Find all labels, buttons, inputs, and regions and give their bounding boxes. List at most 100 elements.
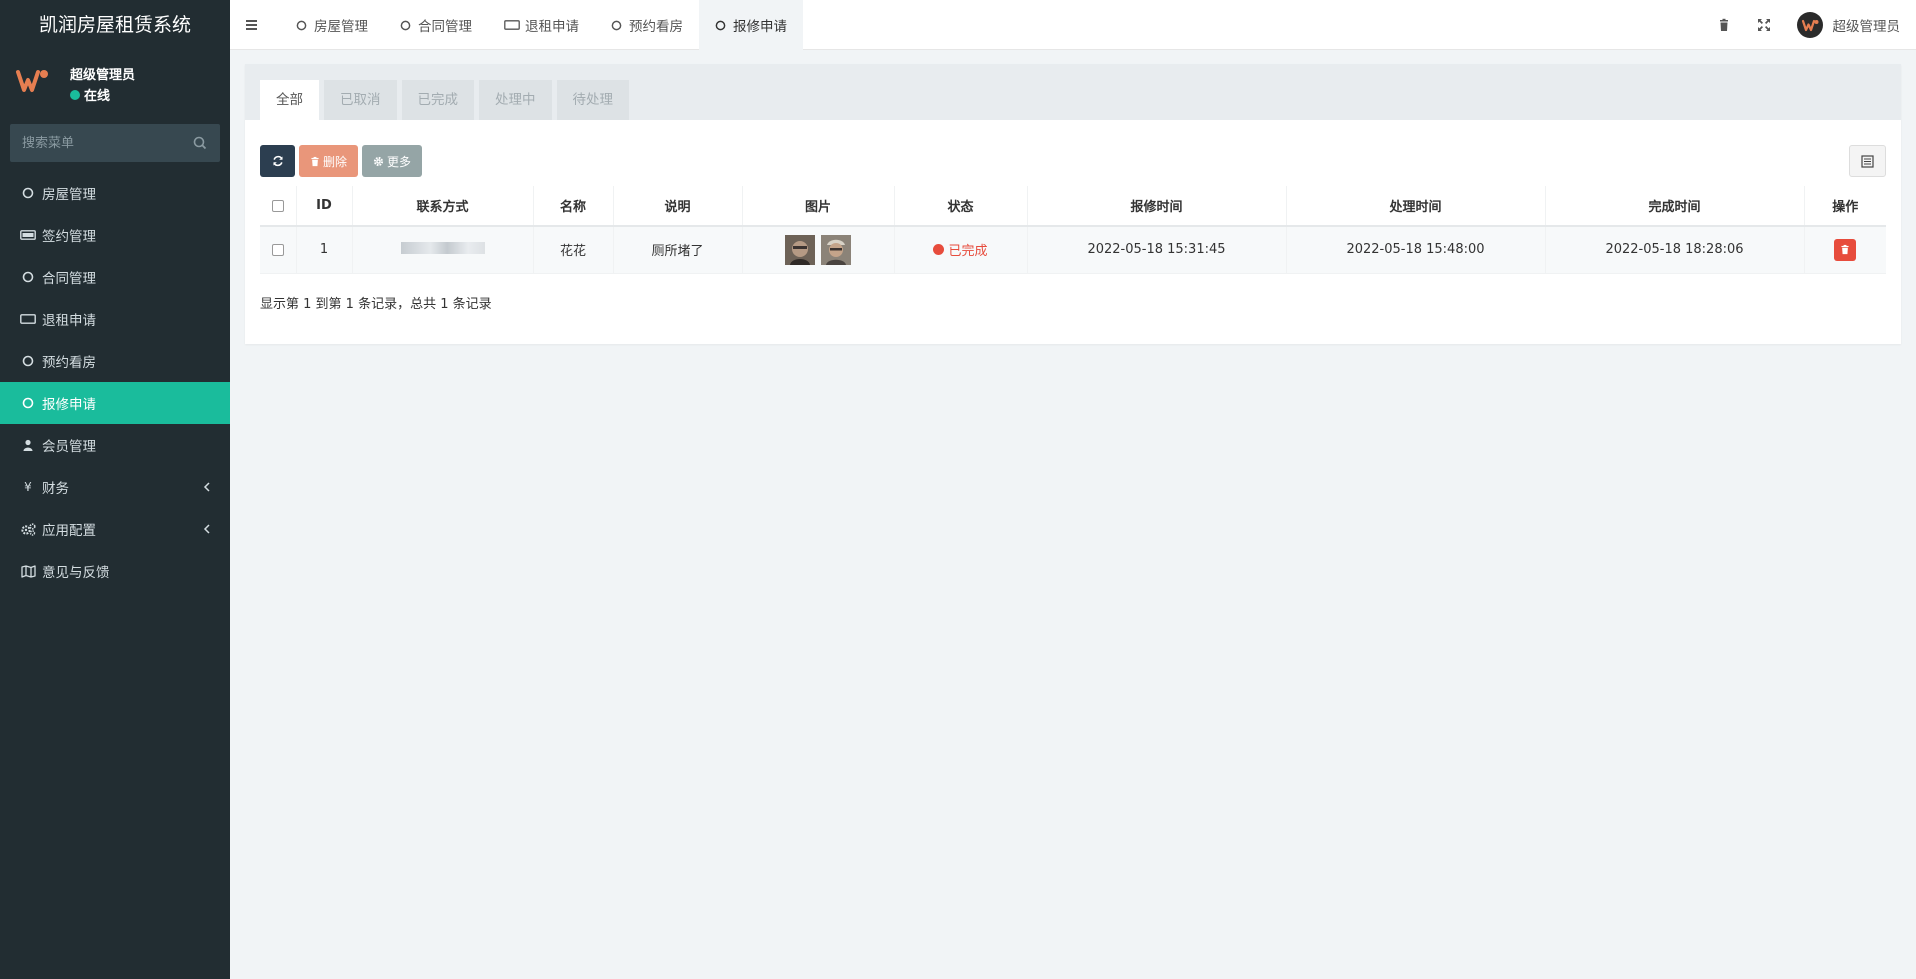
circle-icon xyxy=(715,18,729,32)
user-panel: 超级管理员 在线 xyxy=(0,50,230,120)
user-icon xyxy=(20,437,36,453)
top-tabs: 房屋管理 合同管理 退租申请 预约看房 报修申请 xyxy=(280,0,803,50)
sidebar-item-app-config[interactable]: 应用配置 xyxy=(0,508,230,550)
col-header: 处理时间 xyxy=(1285,186,1545,227)
status-dot-icon xyxy=(933,244,945,256)
sidebar-item-label: 退租申请 xyxy=(42,313,96,329)
cell-report-time: 2022-05-18 15:31:45 xyxy=(1026,226,1286,274)
sidebar-item-signing[interactable]: 签约管理 xyxy=(0,214,230,256)
col-header: 名称 xyxy=(532,186,613,227)
circle-icon xyxy=(400,18,414,32)
circle-icon xyxy=(20,395,36,411)
column-toggle-button[interactable] xyxy=(1849,145,1886,177)
row-checkbox[interactable] xyxy=(271,243,284,256)
avatar xyxy=(1796,12,1823,38)
tab-contract[interactable]: 合同管理 xyxy=(384,0,488,50)
select-all-checkbox[interactable] xyxy=(271,199,284,212)
tab-completed[interactable]: 已完成 xyxy=(401,80,474,120)
sidebar-item-repair[interactable]: 报修申请 xyxy=(0,382,230,424)
sidebar-item-label: 报修申请 xyxy=(42,397,96,413)
status-filter-tabs: 全部 已取消 已完成 处理中 待处理 xyxy=(260,80,629,120)
photo-thumbnail[interactable] xyxy=(821,234,852,265)
delete-button[interactable]: 删除 xyxy=(299,145,359,177)
table-row: 1 花花 厕所堵了 已完成 2022-05-18 15:31:45 2022-0… xyxy=(260,226,1886,274)
gear-icon xyxy=(373,156,384,166)
repair-table: ID 联系方式 名称 说明 图片 状态 报修时间 处理时间 完成时间 操作 1 xyxy=(260,186,1886,274)
rectangle-icon xyxy=(504,18,521,32)
sidebar-item-members[interactable]: 会员管理 xyxy=(0,424,230,466)
topbar: 房屋管理 合同管理 退租申请 预约看房 报修申请 超级管理员 xyxy=(230,0,1916,50)
tab-all[interactable]: 全部 xyxy=(260,80,319,120)
search-icon[interactable] xyxy=(192,135,208,151)
col-header: ID xyxy=(295,186,352,227)
sidebar-item-feedback[interactable]: 意见与反馈 xyxy=(0,550,230,592)
cell-description: 厕所堵了 xyxy=(612,226,742,274)
more-button[interactable]: 更多 xyxy=(362,145,423,177)
sidebar-item-label: 签约管理 xyxy=(42,229,96,245)
sidebar-item-finance[interactable]: ¥ 财务 xyxy=(0,466,230,508)
col-header: 联系方式 xyxy=(351,186,533,227)
col-header: 说明 xyxy=(612,186,742,227)
topbar-actions: 超级管理员 xyxy=(1717,0,1901,50)
tab-repair[interactable]: 报修申请 xyxy=(699,0,803,50)
col-header: 完成时间 xyxy=(1544,186,1804,227)
sidebar-item-label: 财务 xyxy=(42,481,69,497)
repair-list-panel: 全部 已取消 已完成 处理中 待处理 删除 更多 ID 联系方式 名称 说明 图… xyxy=(245,64,1901,344)
user-status-label: 在线 xyxy=(84,89,111,104)
sidebar-item-house[interactable]: 房屋管理 xyxy=(0,172,230,214)
trash-icon xyxy=(1841,245,1849,255)
chevron-left-icon xyxy=(203,524,210,534)
tab-processing[interactable]: 处理中 xyxy=(479,80,552,120)
fullscreen-icon[interactable] xyxy=(1757,18,1771,32)
admin-menu[interactable]: 超级管理员 xyxy=(1796,12,1901,38)
sidebar-item-contract[interactable]: 合同管理 xyxy=(0,256,230,298)
tab-viewing[interactable]: 预约看房 xyxy=(595,0,699,50)
card-icon xyxy=(20,227,36,243)
online-dot-icon xyxy=(70,89,80,100)
status-badge: 已完成 xyxy=(933,240,988,260)
sidebar-item-checkout[interactable]: 退租申请 xyxy=(0,298,230,340)
refresh-button[interactable] xyxy=(260,145,295,177)
table-toolbar: 删除 更多 xyxy=(260,145,423,177)
contact-redacted xyxy=(400,241,485,254)
sidebar-item-label: 合同管理 xyxy=(42,271,96,287)
sidebar-menu: 房屋管理 签约管理 合同管理 退租申请 预约看房 报修申请 会员管理 ¥ 财务 xyxy=(0,172,230,592)
pagination-info: 显示第 1 到第 1 条记录，总共 1 条记录 xyxy=(260,297,492,312)
cell-images xyxy=(741,226,894,274)
tab-label: 预约看房 xyxy=(629,19,683,35)
circle-icon xyxy=(296,18,310,32)
tab-house[interactable]: 房屋管理 xyxy=(280,0,384,50)
photo-thumbnail[interactable] xyxy=(784,234,815,265)
rectangle-icon xyxy=(20,311,36,327)
row-delete-button[interactable] xyxy=(1834,238,1857,261)
hamburger-menu-icon[interactable] xyxy=(244,16,260,34)
tab-cancelled[interactable]: 已取消 xyxy=(324,80,397,120)
circle-icon xyxy=(20,353,36,369)
chevron-left-icon xyxy=(203,482,210,492)
status-label: 已完成 xyxy=(948,244,988,260)
columns-icon xyxy=(1861,154,1874,168)
cell-contact xyxy=(351,226,533,274)
menu-search-input[interactable] xyxy=(10,124,185,162)
cell-finish-time: 2022-05-18 18:28:06 xyxy=(1544,226,1804,274)
tab-label: 房屋管理 xyxy=(314,19,368,35)
cell-process-time: 2022-05-18 15:48:00 xyxy=(1285,226,1545,274)
table-header-row: ID 联系方式 名称 说明 图片 状态 报修时间 处理时间 完成时间 操作 xyxy=(260,186,1886,227)
col-header: 报修时间 xyxy=(1026,186,1286,227)
circle-icon xyxy=(611,18,625,32)
trash-icon[interactable] xyxy=(1717,18,1731,32)
admin-name: 超级管理员 xyxy=(1832,19,1901,35)
app-title: 凯润房屋租赁系统 xyxy=(38,14,191,36)
sidebar-item-viewing[interactable]: 预约看房 xyxy=(0,340,230,382)
cogs-icon xyxy=(20,521,36,537)
circle-icon xyxy=(20,185,36,201)
col-header: 操作 xyxy=(1803,186,1886,227)
delete-button-label: 删除 xyxy=(323,154,348,169)
tab-label: 报修申请 xyxy=(733,19,787,35)
more-button-label: 更多 xyxy=(387,154,412,169)
user-status: 在线 xyxy=(70,85,110,104)
tab-pending[interactable]: 待处理 xyxy=(556,80,629,120)
sidebar-item-label: 应用配置 xyxy=(42,523,96,539)
select-all-cell xyxy=(260,186,296,227)
tab-checkout[interactable]: 退租申请 xyxy=(488,0,595,50)
